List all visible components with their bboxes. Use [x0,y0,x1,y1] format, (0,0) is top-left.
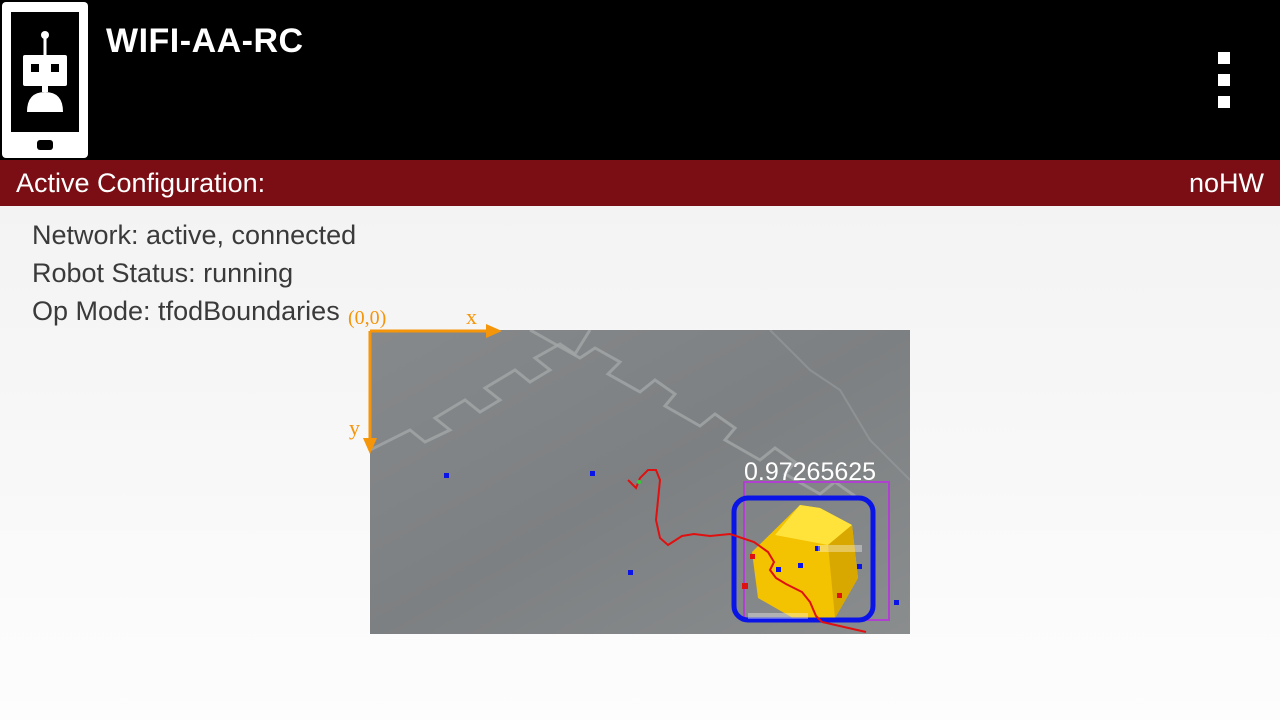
config-value: noHW [1188,168,1264,198]
app-bar: WIFI-AA-RC [0,0,1280,160]
robot-status: Robot Status: running [32,258,294,288]
app-title: WIFI-AA-RC [106,22,304,60]
origin-label: (0,0) [348,307,386,329]
overflow-menu-icon[interactable] [1200,44,1248,116]
active-configuration-bar: Active Configuration: noHW [0,160,1280,206]
x-axis-label: x [466,304,477,329]
network-status: Network: active, connected [32,220,357,250]
op-mode-status: Op Mode: tfodBoundaries [32,296,340,326]
coordinate-axes-overlay: (0,0) x y [348,304,502,454]
robot-phone-icon [2,2,88,158]
y-axis-label: y [349,415,360,440]
detection-confidence: 0.97265625 [744,458,877,486]
config-label: Active Configuration: [16,168,266,198]
